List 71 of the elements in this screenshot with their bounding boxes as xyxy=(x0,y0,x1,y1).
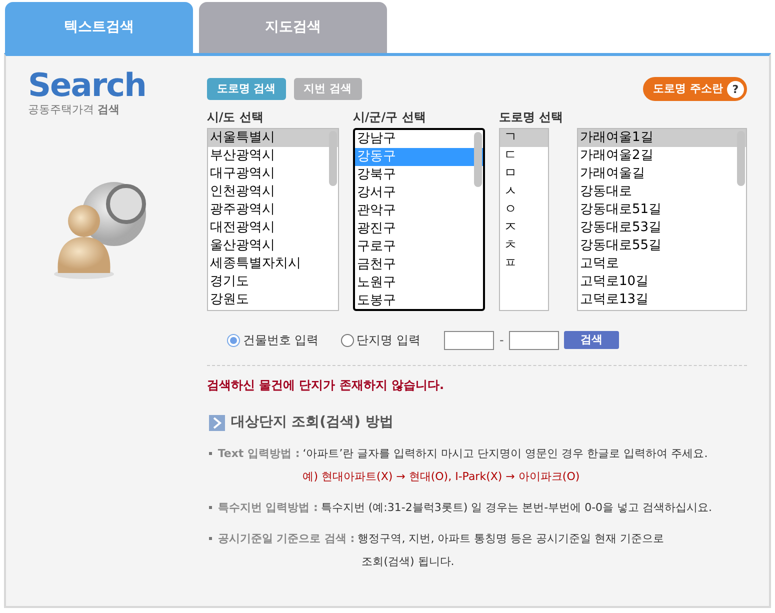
list-option[interactable]: ㅊ xyxy=(500,237,548,255)
list-option[interactable]: 강남구 xyxy=(354,130,483,148)
instruction-text: ‘아파트’란 글자를 입력하지 마시고 단지명이 영문인 경우 한글로 입력하여 주세요. xyxy=(302,446,708,462)
list-option[interactable]: 가래여울길 xyxy=(578,165,746,183)
list-option[interactable]: 고덕로10길 xyxy=(578,273,746,291)
list-option[interactable]: 가래여울2길 xyxy=(578,147,746,165)
road-address-help-button[interactable]: 도로명 주소란 ? xyxy=(643,77,747,101)
instruction-text: 행정구역, 지번, 아파트 통칭명 등은 공시기준일 현재 기준으로 xyxy=(358,531,664,547)
list-option[interactable]: 구로구 xyxy=(354,238,483,256)
list-option[interactable]: 강동대로53길 xyxy=(578,219,746,237)
bullet-icon xyxy=(208,537,212,540)
help-icon: ? xyxy=(727,80,744,98)
list-option[interactable]: 금천구 xyxy=(354,256,483,274)
section-title: 대상단지 조회(검색) 방법 xyxy=(230,413,394,432)
list-option[interactable]: 강서구 xyxy=(354,184,483,202)
list-option[interactable]: 인천광역시 xyxy=(208,183,338,201)
list-box[interactable]: 서울특별시 부산광역시 대구광역시 인천광역시 광주광역시 대전광역시 울산광역시 세종특별자치시 경기도 강원도 xyxy=(206,128,339,311)
list-option[interactable]: 고덕로 xyxy=(578,255,746,273)
list-title: 도로명 선택 xyxy=(498,110,563,125)
list-option[interactable]: 강동대로51길 xyxy=(578,201,746,219)
list-box[interactable]: ㄱ ㄷ ㅁ ㅅ ㅇ ㅈ ㅊ ㅍ xyxy=(498,128,549,311)
scrollbar-thumb[interactable] xyxy=(474,132,482,187)
list-option[interactable]: ㄷ xyxy=(500,147,548,165)
list-option[interactable]: 대전광역시 xyxy=(208,219,338,237)
logo-text: Search xyxy=(28,68,147,102)
separator-text: - xyxy=(499,332,504,349)
list-title: 시/도 선택 xyxy=(206,110,264,125)
list-box[interactable]: 강남구 강동구 강북구 강서구 관악구 광진구 구로구 금천구 노원구 도봉구 xyxy=(352,128,485,311)
list-option[interactable]: 세종특별자치시 xyxy=(208,255,338,273)
example-text: 예) 현대아파트(X) → 현대(O), I-Park(X) → 아이파크(O) xyxy=(302,469,581,485)
input-field[interactable] xyxy=(508,330,559,350)
list-option[interactable]: 부산광역시 xyxy=(208,147,338,165)
list-option[interactable]: ㄱ xyxy=(500,129,548,147)
list-option[interactable]: ㅍ xyxy=(500,255,548,273)
list-option[interactable]: ㅁ xyxy=(500,165,548,183)
instruction-text: 조회(검색) 됩니다. xyxy=(362,554,456,570)
logo-subtitle: 공동주택가격 검색 xyxy=(28,102,120,118)
bullet-icon xyxy=(208,452,212,455)
list-option[interactable]: 광주광역시 xyxy=(208,201,338,219)
no-result-message: 검색하신 물건에 단지가 존재하지 않습니다. xyxy=(206,377,446,394)
radio-option[interactable]: 건물번호 입력 xyxy=(226,331,319,349)
list-option[interactable]: 강북구 xyxy=(354,166,483,184)
list-option[interactable]: 경기도 xyxy=(208,273,338,291)
list-option[interactable]: 울산광역시 xyxy=(208,237,338,255)
list-title: 시/군/구 선택 xyxy=(352,110,427,125)
instruction-text: 특수지번 (예:31-2블럭3롯트) 일 경우는 본번-부번에 0-0을 넣고 검색하십시요. xyxy=(320,500,712,516)
instruction-label: 특수지번 입력방법 : xyxy=(218,500,318,516)
list-option[interactable]: 관악구 xyxy=(354,202,483,220)
scrollbar-thumb[interactable] xyxy=(328,131,337,186)
instruction-label: Text 입력방법 : xyxy=(218,446,300,462)
list-option[interactable]: 서울특별시 xyxy=(208,129,338,147)
list-option[interactable]: 노원구 xyxy=(354,274,483,292)
list-option[interactable]: 가래여울1길 xyxy=(578,129,746,147)
list-option[interactable]: 강동대로55길 xyxy=(578,237,746,255)
search-button[interactable]: 검색 xyxy=(564,331,619,349)
list-option[interactable]: ㅇ xyxy=(500,201,548,219)
list-option[interactable]: 광진구 xyxy=(354,220,483,238)
arrow-box-icon xyxy=(208,414,225,430)
instruction-label: 공시기준일 기준으로 검색 : xyxy=(218,531,355,547)
list-option[interactable]: ㅈ xyxy=(500,219,548,237)
radio-option[interactable]: 단지명 입력 xyxy=(340,331,420,349)
list-option[interactable]: 강원도 xyxy=(208,291,338,309)
list-option[interactable]: ㅅ xyxy=(500,183,548,201)
list-box[interactable]: 가래여울1길 가래여울2길 가래여울길 강동대로 강동대로51길 강동대로53길 강동대로55길 고덕로 고덕로10길 고덕로13길 xyxy=(577,128,747,311)
bullet-icon xyxy=(208,506,212,509)
input-field[interactable] xyxy=(444,330,494,350)
list-option[interactable]: 고덕로13길 xyxy=(578,291,746,309)
list-option[interactable]: 도봉구 xyxy=(354,292,483,309)
scrollbar-thumb[interactable] xyxy=(737,131,745,186)
list-option[interactable]: 강동대로 xyxy=(578,183,746,201)
list-option[interactable]: 대구광역시 xyxy=(208,165,338,183)
